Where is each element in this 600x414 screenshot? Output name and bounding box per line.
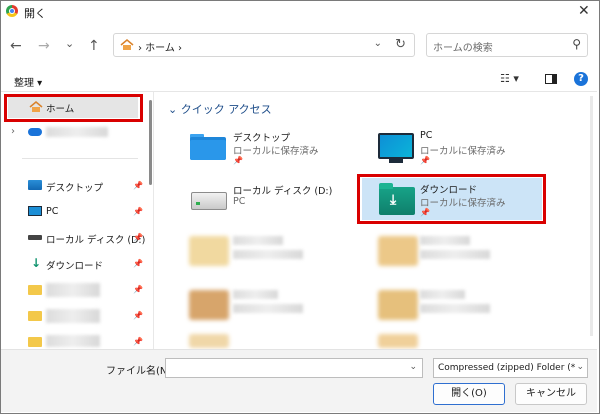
sidebar-separator <box>22 158 138 159</box>
pane-divider[interactable] <box>153 92 154 349</box>
blurred-recent-sub <box>233 250 303 259</box>
chrome-icon <box>6 5 18 17</box>
home-icon <box>120 39 134 54</box>
tile-subtitle: ローカルに保存済み <box>420 146 506 157</box>
sidebar-item-label: ホーム <box>46 104 75 115</box>
help-icon[interactable]: ? <box>574 72 588 86</box>
blurred-recent-name <box>420 236 470 245</box>
highlight-downloads <box>357 174 546 224</box>
filename-input[interactable]: ⌄ <box>165 358 423 378</box>
folder-icon <box>28 285 42 295</box>
tile-subtitle: PC <box>233 196 246 207</box>
pin-icon: 📌 <box>133 181 143 190</box>
view-options-button[interactable]: ☷ ▾ <box>500 72 519 85</box>
tile-title[interactable]: デスクトップ <box>233 130 290 144</box>
pin-icon: 📌 <box>133 285 143 294</box>
recent-thumbnail[interactable] <box>189 334 229 348</box>
blurred-recent-name <box>233 236 283 245</box>
pin-icon: 📌 <box>233 156 243 165</box>
organize-menu[interactable]: 整理 ▾ <box>14 74 42 89</box>
blurred-recent-sub <box>233 304 303 313</box>
blurred-account-name <box>46 127 108 137</box>
recent-thumbnail[interactable] <box>378 290 418 320</box>
file-type-select[interactable]: Compressed (zipped) Folder (*.z ⌄ <box>433 358 588 378</box>
back-button[interactable]: ← <box>10 38 22 54</box>
close-icon[interactable]: ✕ <box>578 3 590 19</box>
chevron-down-icon[interactable]: ⌄ <box>576 362 584 372</box>
title-bar <box>1 1 597 25</box>
recent-thumbnail[interactable] <box>189 236 229 266</box>
download-icon: ↓ <box>31 256 42 270</box>
tile-subtitle: ローカルに保存済み <box>233 146 319 157</box>
quick-access-header[interactable]: ⌄ クイック アクセス <box>168 101 272 117</box>
pc-icon <box>378 133 414 159</box>
refresh-icon[interactable]: ↻ <box>395 37 406 52</box>
pin-icon: 📌 <box>133 259 143 268</box>
tile-title[interactable]: PC <box>420 130 432 141</box>
folder-icon <box>28 337 42 347</box>
recent-thumbnail[interactable] <box>189 290 229 320</box>
address-dropdown-icon[interactable]: ⌄ <box>374 38 382 49</box>
blurred-folder-name[interactable] <box>46 283 100 297</box>
sidebar-item-local-disk[interactable]: ローカル ディスク (D:) <box>46 232 145 246</box>
recent-locations-button[interactable]: ⌄ <box>65 37 74 50</box>
content-scrollbar[interactable] <box>590 96 593 336</box>
pc-icon <box>28 206 42 216</box>
sidebar-item-downloads[interactable]: ダウンロード <box>46 258 103 272</box>
sidebar-scrollbar[interactable] <box>149 100 152 185</box>
search-placeholder: ホームの検索 <box>433 43 493 54</box>
blurred-folder-name[interactable] <box>46 335 100 347</box>
blurred-recent-name <box>420 290 465 299</box>
search-icon[interactable]: ⚲ <box>572 37 581 51</box>
pin-icon: 📌 <box>133 311 143 320</box>
pin-icon: 📌 <box>133 337 143 346</box>
blurred-recent-sub <box>420 304 490 313</box>
pc-stand <box>389 159 403 163</box>
sidebar-item-pc[interactable]: PC <box>46 206 58 217</box>
search-box[interactable]: ホームの検索 ⚲ <box>426 33 588 57</box>
tile-title[interactable]: ローカル ディスク (D:) <box>233 183 332 197</box>
desktop-folder-icon <box>190 132 226 160</box>
onedrive-icon <box>28 128 42 136</box>
sidebar-item-desktop[interactable]: デスクトップ <box>46 180 103 194</box>
home-icon <box>29 101 43 116</box>
cancel-button[interactable]: キャンセル <box>515 383 587 405</box>
recent-thumbnail[interactable] <box>378 334 418 348</box>
address-bar[interactable]: › ホーム › ⌄ ↻ <box>113 33 415 57</box>
recent-thumbnail[interactable] <box>378 236 418 266</box>
chevron-down-icon[interactable]: ⌄ <box>409 362 417 372</box>
expand-chevron-icon[interactable]: › <box>11 126 15 137</box>
drive-icon <box>28 235 42 240</box>
blurred-folder-name[interactable] <box>46 309 100 323</box>
pin-icon: 📌 <box>420 156 430 165</box>
pin-icon: 📌 <box>133 233 143 242</box>
desktop-icon <box>28 180 42 190</box>
forward-button[interactable]: → <box>38 38 50 54</box>
folder-icon <box>28 311 42 321</box>
preview-pane-icon[interactable] <box>545 74 557 84</box>
drive-icon <box>191 192 227 210</box>
dialog-title: 開く <box>24 7 46 20</box>
up-button[interactable]: ↑ <box>88 38 100 54</box>
open-button[interactable]: 開く(O) <box>433 383 505 405</box>
blurred-recent-name <box>233 290 278 299</box>
breadcrumb[interactable]: › ホーム › <box>138 39 182 54</box>
file-type-value: Compressed (zipped) Folder (*.z <box>438 363 576 373</box>
blurred-recent-sub <box>420 250 490 259</box>
pin-icon: 📌 <box>133 207 143 216</box>
